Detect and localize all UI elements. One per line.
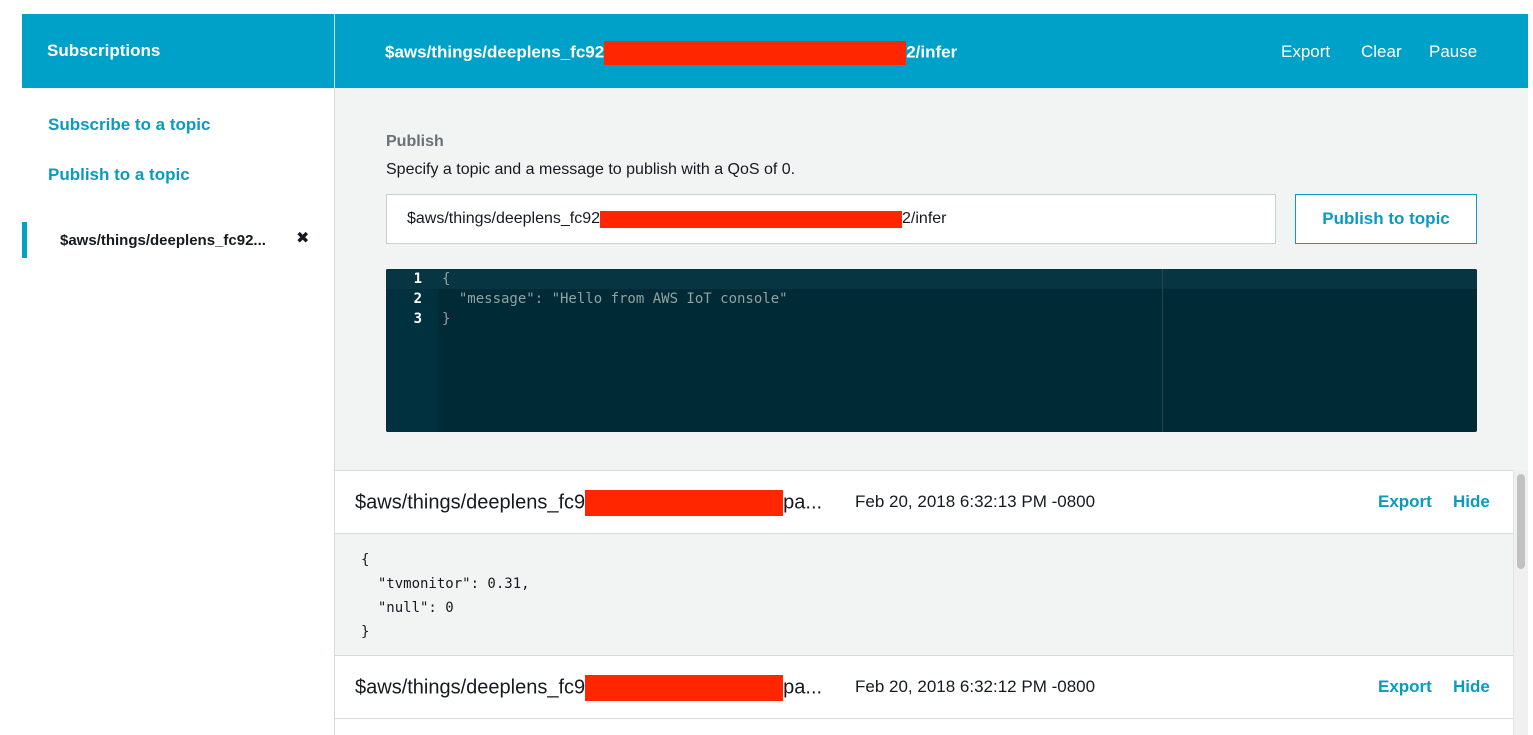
- message-topic: $aws/things/deeplens_fc9 pa...: [355, 490, 822, 516]
- redaction-bar: [604, 41, 907, 65]
- line-number: 2: [413, 291, 422, 307]
- topic-title-prefix: $aws/things/deeplens_fc92: [385, 42, 605, 62]
- active-line-highlight: [386, 269, 1477, 289]
- left-gutter: [0, 0, 22, 735]
- message-body: { "tvmonitor": 0.31, "null": 0 }: [335, 534, 1513, 655]
- pause-button[interactable]: Pause: [1429, 42, 1477, 62]
- message-export-button[interactable]: Export: [1378, 492, 1432, 512]
- message-topic-prefix: $aws/things/deeplens_fc9: [355, 676, 586, 699]
- message-topic-suffix: pa...: [783, 676, 823, 699]
- active-marker: [22, 222, 27, 258]
- publish-section: Publish Specify a topic and a message to…: [335, 88, 1528, 470]
- publish-description: Specify a topic and a message to publish…: [386, 161, 796, 178]
- publish-title: Publish: [386, 133, 444, 150]
- line-number: 1: [413, 271, 422, 287]
- message-export-button[interactable]: Export: [1378, 677, 1432, 697]
- topic-input-prefix: $aws/things/deeplens_fc92: [407, 210, 601, 227]
- message-topic-prefix: $aws/things/deeplens_fc9: [355, 491, 586, 514]
- redaction-bar: [585, 675, 784, 701]
- subscription-item[interactable]: $aws/things/deeplens_fc92... ✖: [22, 222, 334, 258]
- message-header: $aws/things/deeplens_fc9 pa... Feb 20, 20…: [335, 655, 1513, 719]
- subscription-label[interactable]: $aws/things/deeplens_fc92...: [60, 232, 290, 249]
- sidebar-header: Subscriptions: [22, 14, 334, 88]
- message-list: $aws/things/deeplens_fc9 pa... Feb 20, 20…: [335, 470, 1513, 735]
- message-timestamp: Feb 20, 2018 6:32:13 PM -0800: [855, 492, 1096, 511]
- publish-to-topic-button[interactable]: Publish to topic: [1295, 194, 1477, 244]
- clear-button[interactable]: Clear: [1361, 42, 1402, 62]
- code-line: }: [442, 311, 451, 327]
- close-icon[interactable]: ✖: [296, 228, 309, 248]
- message-payload: { "tvmonitor": 0.31, "null": 0 }: [361, 552, 530, 640]
- code-line: {: [442, 271, 451, 287]
- topic-header: $aws/things/deeplens_fc92 2/infer Export …: [335, 14, 1528, 88]
- message-list-scrollbar[interactable]: [1513, 470, 1528, 735]
- right-gutter: [1528, 0, 1533, 735]
- print-margin: [1162, 269, 1163, 432]
- message-timestamp: Feb 20, 2018 6:32:12 PM -0800: [855, 677, 1096, 696]
- topic-input[interactable]: $aws/things/deeplens_fc92 2/infer: [386, 194, 1276, 244]
- message-hide-button[interactable]: Hide: [1453, 677, 1490, 697]
- message-topic: $aws/things/deeplens_fc9 pa...: [355, 675, 822, 701]
- line-number: 3: [413, 311, 422, 327]
- scrollbar-thumb[interactable]: [1517, 474, 1525, 569]
- subscriptions-sidebar: Subscriptions Subscribe to a topic Publi…: [22, 14, 335, 735]
- topic-input-suffix: 2/infer: [902, 210, 947, 227]
- code-line: "message": "Hello from AWS IoT console": [442, 291, 788, 307]
- redaction-bar: [600, 210, 903, 228]
- publish-to-topic-link[interactable]: Publish to a topic: [48, 165, 190, 185]
- message-hide-button[interactable]: Hide: [1453, 492, 1490, 512]
- message-header: $aws/things/deeplens_fc9 pa... Feb 20, 20…: [335, 470, 1513, 534]
- message-topic-suffix: pa...: [783, 491, 823, 514]
- redaction-bar: [585, 490, 784, 516]
- topic-title: $aws/things/deeplens_fc92 2/infer: [385, 41, 957, 65]
- topic-title-suffix: 2/infer: [906, 42, 958, 62]
- export-button[interactable]: Export: [1281, 42, 1330, 62]
- message-editor[interactable]: 1 2 3 { "message": "Hello from AWS IoT c…: [386, 269, 1477, 432]
- subscribe-to-topic-link[interactable]: Subscribe to a topic: [48, 115, 210, 135]
- main-panel: $aws/things/deeplens_fc92 2/infer Export …: [335, 14, 1528, 735]
